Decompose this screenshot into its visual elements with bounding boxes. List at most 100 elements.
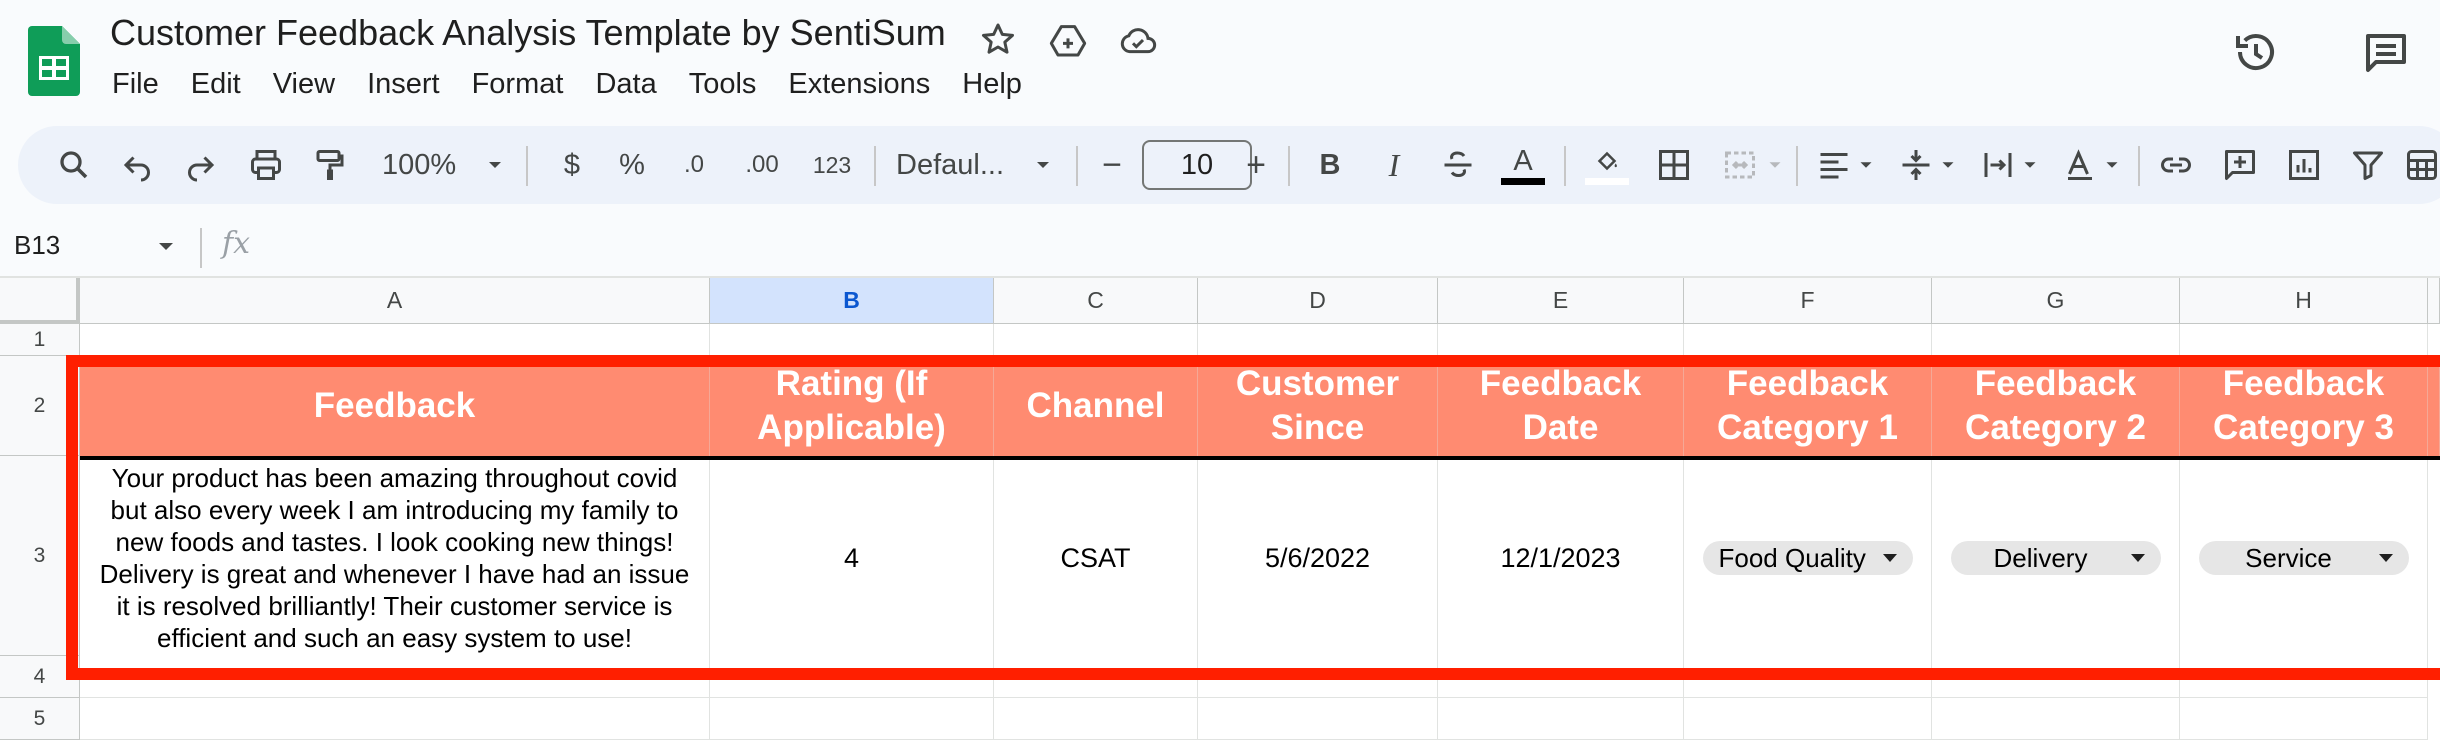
cell-e5[interactable] xyxy=(1438,698,1684,740)
print-icon[interactable] xyxy=(244,126,288,204)
cell-f5[interactable] xyxy=(1684,698,1932,740)
cell-b1[interactable] xyxy=(710,324,994,356)
header-feedback-date[interactable]: Feedback Date xyxy=(1438,356,1684,456)
column-header-d[interactable]: D xyxy=(1198,278,1438,324)
more-formats-button[interactable]: 123 xyxy=(804,126,860,204)
decrease-font-size-button[interactable]: − xyxy=(1092,126,1132,204)
menu-edit[interactable]: Edit xyxy=(191,68,241,101)
cell-c1[interactable] xyxy=(994,324,1198,356)
undo-icon[interactable] xyxy=(116,126,160,204)
star-icon[interactable] xyxy=(978,20,1018,60)
horizontal-align-icon[interactable] xyxy=(1814,126,1854,204)
redo-icon[interactable] xyxy=(178,126,222,204)
cell-f3-category-1[interactable]: Food Quality xyxy=(1684,460,1932,656)
comments-icon[interactable] xyxy=(2362,28,2410,76)
menu-tools[interactable]: Tools xyxy=(689,68,757,101)
vertical-align-icon[interactable] xyxy=(1896,126,1936,204)
column-header-i[interactable] xyxy=(2428,278,2440,324)
text-color-button[interactable]: A xyxy=(1498,126,1548,204)
cell-c3-channel[interactable]: CSAT xyxy=(994,460,1198,656)
cell-d3-customer-since[interactable]: 5/6/2022 xyxy=(1198,460,1438,656)
row-header-3[interactable]: 3 xyxy=(0,456,80,656)
cell-g5[interactable] xyxy=(1932,698,2180,740)
zoom-dropdown-caret-icon[interactable] xyxy=(480,126,510,204)
menu-help[interactable]: Help xyxy=(962,68,1022,101)
column-header-a[interactable]: A xyxy=(80,278,710,324)
sheets-logo-icon[interactable] xyxy=(28,26,80,96)
header-channel[interactable]: Channel xyxy=(994,356,1198,456)
menu-insert[interactable]: Insert xyxy=(367,68,440,101)
cell-e3-feedback-date[interactable]: 12/1/2023 xyxy=(1438,460,1684,656)
document-title[interactable]: Customer Feedback Analysis Template by S… xyxy=(110,12,946,54)
header-feedback[interactable]: Feedback xyxy=(80,356,710,456)
search-menus-icon[interactable] xyxy=(52,126,96,204)
cell-a3-feedback[interactable]: Your product has been amazing throughout… xyxy=(80,460,710,656)
move-to-drive-icon[interactable] xyxy=(1048,20,1088,60)
cell-g4[interactable] xyxy=(1932,656,2180,698)
filter-views-icon[interactable] xyxy=(2400,126,2440,204)
fill-color-icon[interactable] xyxy=(1580,126,1634,204)
cell-h1[interactable] xyxy=(2180,324,2428,356)
name-box-caret-icon[interactable] xyxy=(156,240,176,254)
cell-d4[interactable] xyxy=(1198,656,1438,698)
italic-button[interactable]: I xyxy=(1372,126,1416,204)
cell-c4[interactable] xyxy=(994,656,1198,698)
menu-data[interactable]: Data xyxy=(595,68,656,101)
borders-icon[interactable] xyxy=(1652,126,1696,204)
cell-g3-category-2[interactable]: Delivery xyxy=(1932,460,2180,656)
insert-comment-icon[interactable] xyxy=(2218,126,2262,204)
cell-h5[interactable] xyxy=(2180,698,2428,740)
header-category-3[interactable]: Feedback Category 3 xyxy=(2180,356,2428,456)
percent-format-button[interactable]: % xyxy=(612,126,652,204)
font-select[interactable]: Defaul... xyxy=(896,126,1026,204)
cell-a1[interactable] xyxy=(80,324,710,356)
increase-font-size-button[interactable]: + xyxy=(1236,126,1276,204)
menu-view[interactable]: View xyxy=(273,68,335,101)
column-header-g[interactable]: G xyxy=(1932,278,2180,324)
row-header-2[interactable]: 2 xyxy=(0,356,80,456)
header-category-1[interactable]: Feedback Category 1 xyxy=(1684,356,1932,456)
sheet-grid[interactable]: A B C D E F G H 1 2 3 4 5 Feedback Ratin… xyxy=(0,278,2440,746)
cell-c5[interactable] xyxy=(994,698,1198,740)
insert-link-icon[interactable] xyxy=(2154,126,2198,204)
decrease-decimal-button[interactable]: .0 xyxy=(672,126,716,204)
row-header-1[interactable]: 1 xyxy=(0,324,80,356)
column-header-c[interactable]: C xyxy=(994,278,1198,324)
wrap-caret-icon[interactable] xyxy=(2018,126,2042,204)
row-header-5[interactable]: 5 xyxy=(0,698,80,740)
cell-b4[interactable] xyxy=(710,656,994,698)
text-rotation-icon[interactable] xyxy=(2060,126,2100,204)
cell-a4[interactable] xyxy=(80,656,710,698)
strikethrough-icon[interactable] xyxy=(1436,126,1480,204)
header-customer-since[interactable]: Customer Since xyxy=(1198,356,1438,456)
cloud-saved-icon[interactable] xyxy=(1118,20,1158,60)
cell-h3-category-3[interactable]: Service xyxy=(2180,460,2428,656)
cell-d1[interactable] xyxy=(1198,324,1438,356)
cell-f4[interactable] xyxy=(1684,656,1932,698)
column-header-b[interactable]: B xyxy=(710,278,994,324)
version-history-icon[interactable] xyxy=(2232,28,2280,76)
filter-icon[interactable] xyxy=(2346,126,2390,204)
cell-h4[interactable] xyxy=(2180,656,2428,698)
header-overflow[interactable] xyxy=(2428,356,2440,456)
menu-extensions[interactable]: Extensions xyxy=(788,68,930,101)
cell-b5[interactable] xyxy=(710,698,994,740)
column-header-e[interactable]: E xyxy=(1438,278,1684,324)
name-box[interactable]: B13 xyxy=(14,230,60,261)
currency-format-button[interactable]: $ xyxy=(552,126,592,204)
category-1-dropdown-chip[interactable]: Food Quality xyxy=(1702,541,1913,575)
category-3-dropdown-chip[interactable]: Service xyxy=(2198,541,2409,575)
valign-caret-icon[interactable] xyxy=(1936,126,1960,204)
cell-d5[interactable] xyxy=(1198,698,1438,740)
halign-caret-icon[interactable] xyxy=(1854,126,1878,204)
bold-button[interactable]: B xyxy=(1308,126,1352,204)
rotation-caret-icon[interactable] xyxy=(2100,126,2124,204)
text-wrapping-icon[interactable] xyxy=(1978,126,2018,204)
font-dropdown-caret-icon[interactable] xyxy=(1028,126,1058,204)
header-category-2[interactable]: Feedback Category 2 xyxy=(1932,356,2180,456)
column-header-h[interactable]: H xyxy=(2180,278,2428,324)
cell-e1[interactable] xyxy=(1438,324,1684,356)
cell-b3-rating[interactable]: 4 xyxy=(710,460,994,656)
menu-format[interactable]: Format xyxy=(472,68,564,101)
row-header-4[interactable]: 4 xyxy=(0,656,80,698)
